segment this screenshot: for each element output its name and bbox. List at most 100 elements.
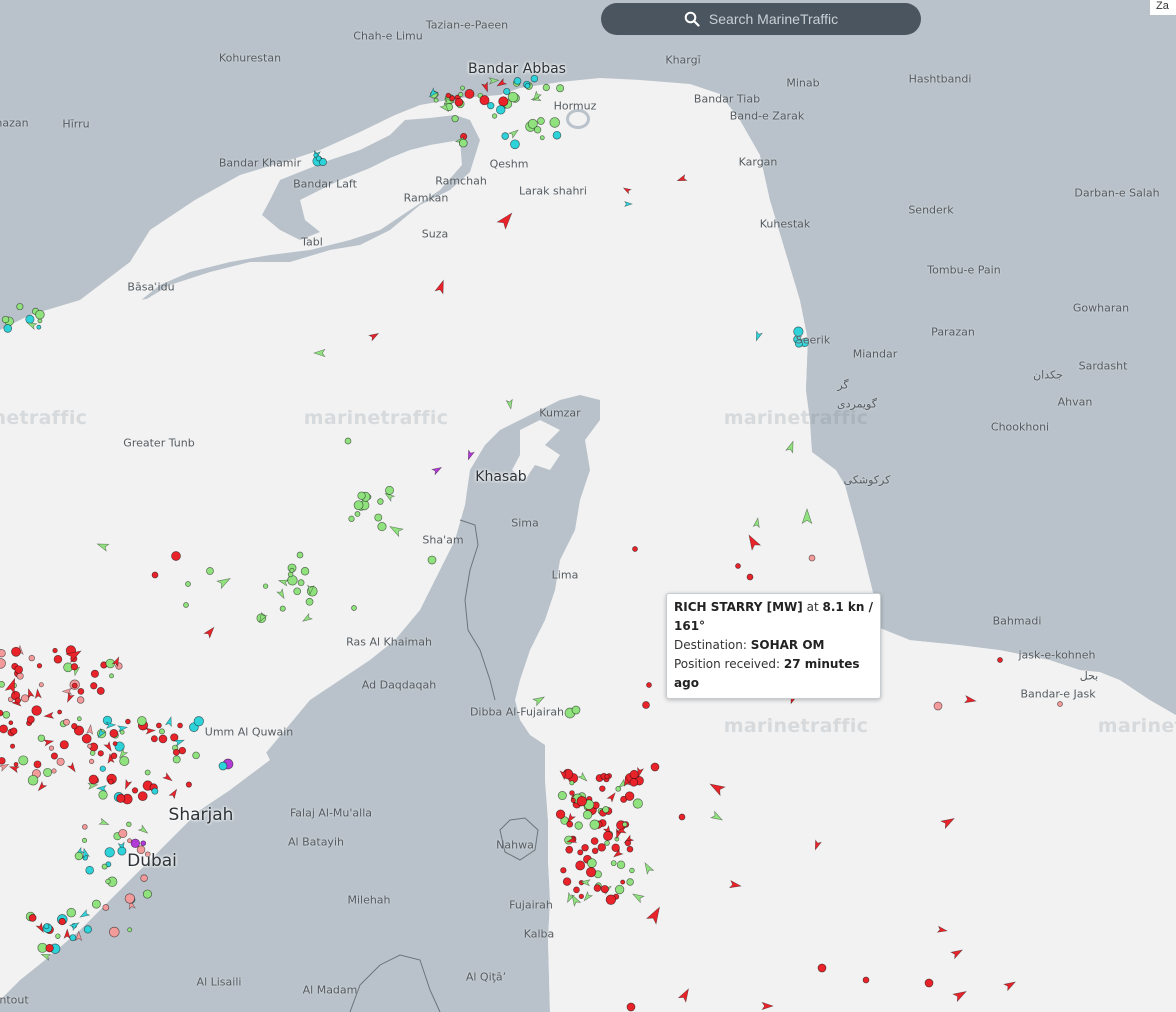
anchored-vessel-dot-icon[interactable] [458, 92, 464, 98]
anchored-vessel-dot-icon[interactable] [3, 324, 13, 333]
anchored-vessel-dot-icon[interactable] [37, 318, 43, 324]
anchored-vessel-dot-icon[interactable] [464, 88, 475, 99]
anchored-vessel-dot-icon[interactable] [28, 914, 37, 922]
anchored-vessel-dot-icon[interactable] [150, 735, 158, 743]
anchored-vessel-dot-icon[interactable] [377, 521, 387, 532]
anchored-vessel-dot-icon[interactable] [576, 795, 587, 807]
anchored-vessel-dot-icon[interactable] [357, 491, 366, 500]
anchored-vessel-dot-icon[interactable] [524, 82, 531, 89]
anchored-vessel-dot-icon[interactable] [52, 647, 58, 654]
anchored-vessel-dot-icon[interactable] [374, 513, 383, 522]
anchored-vessel-dot-icon[interactable] [616, 860, 626, 870]
anchored-vessel-dot-icon[interactable] [8, 720, 14, 726]
anchored-vessel-dot-icon[interactable] [124, 893, 135, 904]
anchored-vessel-dot-icon[interactable] [552, 130, 562, 140]
anchored-vessel-dot-icon[interactable] [603, 830, 613, 841]
anchored-vessel-dot-icon[interactable] [296, 551, 304, 559]
anchored-vessel-dot-icon[interactable] [574, 821, 583, 830]
anchored-vessel-dot-icon[interactable] [118, 828, 128, 838]
anchored-vessel-dot-icon[interactable] [510, 139, 520, 150]
anchored-vessel-dot-icon[interactable] [513, 77, 522, 85]
anchored-vessel-dot-icon[interactable] [151, 787, 159, 795]
anchored-vessel-dot-icon[interactable] [571, 705, 581, 715]
anchored-vessel-dot-icon[interactable] [13, 761, 19, 767]
anchored-vessel-dot-icon[interactable] [353, 500, 364, 511]
anchored-vessel-dot-icon[interactable] [646, 682, 652, 688]
anchored-vessel-dot-icon[interactable] [0, 649, 6, 658]
anchored-vessel-dot-icon[interactable] [119, 755, 130, 766]
anchored-vessel-dot-icon[interactable] [351, 605, 357, 611]
anchored-vessel-dot-icon[interactable] [933, 701, 943, 711]
anchored-vessel-dot-icon[interactable] [454, 97, 464, 107]
anchored-vessel-dot-icon[interactable] [604, 774, 610, 780]
anchored-vessel-dot-icon[interactable] [137, 716, 147, 726]
anchored-vessel-dot-icon[interactable] [566, 820, 574, 828]
anchored-vessel-dot-icon[interactable] [178, 746, 187, 755]
anchored-vessel-dot-icon[interactable] [27, 774, 39, 786]
anchored-vessel-dot-icon[interactable] [678, 813, 686, 821]
anchored-vessel-dot-icon[interactable] [56, 757, 65, 766]
anchored-vessel-dot-icon[interactable] [43, 767, 53, 777]
anchored-vessel-dot-icon[interactable] [542, 83, 550, 92]
anchored-vessel-dot-icon[interactable] [458, 138, 468, 148]
anchored-vessel-dot-icon[interactable] [589, 819, 600, 830]
anchored-vessel-dot-icon[interactable] [629, 769, 639, 779]
anchored-vessel-dot-icon[interactable] [581, 843, 589, 852]
anchored-vessel-dot-icon[interactable] [140, 840, 147, 847]
anchored-vessel-dot-icon[interactable] [177, 722, 183, 729]
anchored-vessel-dot-icon[interactable] [119, 729, 125, 735]
anchored-vessel-dot-icon[interactable] [74, 851, 84, 861]
anchored-vessel-dot-icon[interactable] [1057, 701, 1063, 707]
anchored-vessel-dot-icon[interactable] [624, 791, 635, 801]
anchored-vessel-dot-icon[interactable] [629, 778, 639, 787]
anchored-vessel-dot-icon[interactable] [127, 927, 133, 933]
anchored-vessel-dot-icon[interactable] [614, 884, 625, 895]
anchored-vessel-dot-icon[interactable] [109, 926, 120, 938]
anchored-vessel-dot-icon[interactable] [622, 821, 628, 828]
corner-control[interactable]: Za [1150, 0, 1176, 15]
anchored-vessel-dot-icon[interactable] [530, 74, 539, 83]
anchored-vessel-dot-icon[interactable] [451, 115, 459, 123]
anchored-vessel-dot-icon[interactable] [626, 845, 634, 853]
anchored-vessel-dot-icon[interactable] [85, 865, 94, 875]
anchored-vessel-dot-icon[interactable] [50, 752, 58, 760]
anchored-vessel-dot-icon[interactable] [36, 663, 43, 669]
anchored-vessel-dot-icon[interactable] [31, 705, 42, 716]
anchored-vessel-dot-icon[interactable] [2, 710, 11, 719]
anchored-vessel-dot-icon[interactable] [144, 769, 151, 776]
anchored-vessel-dot-icon[interactable] [26, 715, 35, 724]
anchored-vessel-dot-icon[interactable] [287, 575, 298, 586]
anchored-vessel-dot-icon[interactable] [575, 860, 586, 871]
anchored-vessel-dot-icon[interactable] [501, 132, 509, 140]
anchored-vessel-dot-icon[interactable] [591, 847, 599, 855]
anchored-vessel-dot-icon[interactable] [58, 917, 66, 926]
anchored-vessel-dot-icon[interactable] [279, 605, 286, 612]
anchored-vessel-dot-icon[interactable] [460, 85, 465, 91]
anchored-vessel-dot-icon[interactable] [125, 718, 131, 725]
anchored-vessel-dot-icon[interactable] [172, 755, 181, 764]
anchored-vessel-dot-icon[interactable] [293, 587, 302, 596]
anchored-vessel-dot-icon[interactable] [562, 877, 572, 886]
anchored-vessel-dot-icon[interactable] [491, 113, 498, 119]
anchored-vessel-dot-icon[interactable] [131, 787, 139, 794]
anchored-vessel-dot-icon[interactable] [90, 682, 98, 690]
anchored-vessel-dot-icon[interactable] [1, 315, 10, 324]
anchored-vessel-dot-icon[interactable] [11, 646, 22, 657]
anchored-vessel-dot-icon[interactable] [69, 934, 77, 942]
anchored-vessel-dot-icon[interactable] [193, 716, 204, 727]
vessel-name[interactable]: RICH STARRY [MW] [674, 600, 803, 614]
anchored-vessel-dot-icon[interactable] [142, 889, 152, 899]
anchored-vessel-dot-icon[interactable] [555, 809, 566, 819]
anchored-vessel-dot-icon[interactable] [496, 105, 506, 115]
anchored-vessel-dot-icon[interactable] [28, 654, 35, 662]
anchored-vessel-dot-icon[interactable] [99, 765, 106, 772]
anchored-vessel-dot-icon[interactable] [315, 155, 322, 162]
search-bar[interactable]: Search MarineTraffic [601, 3, 921, 35]
anchored-vessel-dot-icon[interactable] [158, 734, 168, 744]
anchored-vessel-dot-icon[interactable] [0, 681, 5, 688]
anchored-vessel-dot-icon[interactable] [151, 571, 159, 579]
anchored-vessel-dot-icon[interactable] [33, 760, 42, 769]
anchored-vessel-dot-icon[interactable] [130, 838, 140, 848]
anchored-vessel-dot-icon[interactable] [53, 655, 63, 664]
anchored-vessel-dot-icon[interactable] [569, 780, 575, 786]
